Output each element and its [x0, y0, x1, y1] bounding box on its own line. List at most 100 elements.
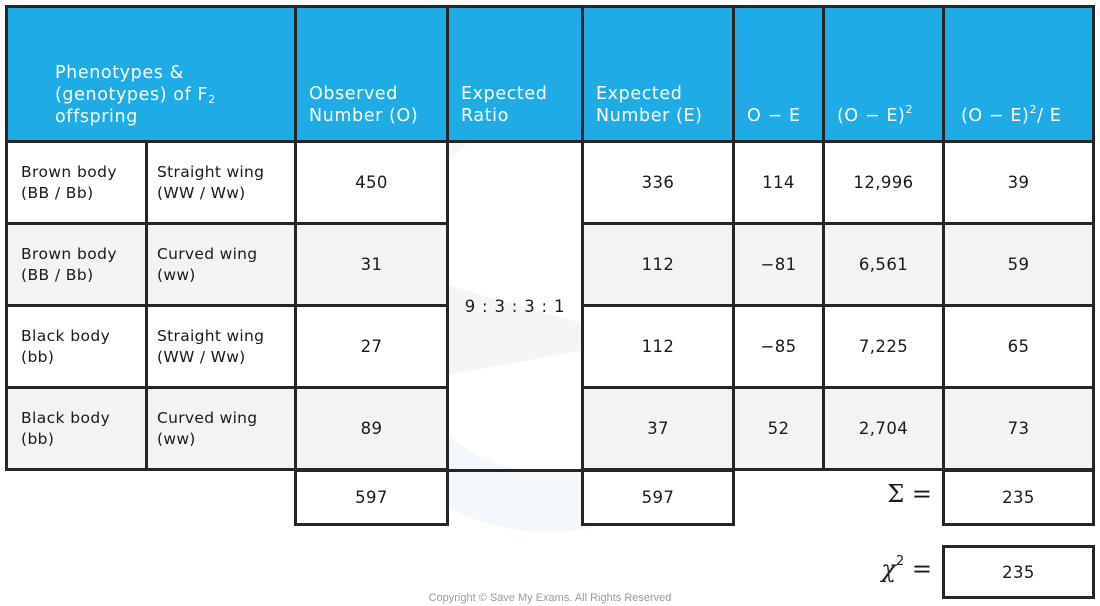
chi-square-value: 235	[1002, 562, 1035, 582]
wing-line2: (ww)	[157, 265, 196, 284]
row-2-chi-term-cell: 59	[942, 222, 1095, 307]
row-4-wing-cell: Curved wing (ww)	[145, 386, 297, 471]
total-observed-value: 597	[355, 488, 388, 507]
header-ratio-line1: Expected	[461, 84, 548, 104]
row-2-expected-cell: 112	[581, 222, 735, 307]
header-expected-ratio: Expected Ratio	[446, 5, 584, 143]
header-o-minus-e-text: O − E	[747, 106, 801, 126]
body-line1: Brown body	[21, 244, 117, 263]
header-expected-number: Expected Number (E)	[581, 5, 735, 143]
row-4-o-minus-e-sq-cell: 2,704	[822, 386, 945, 471]
row-3-body-cell: Black body (bb)	[5, 304, 148, 389]
o-minus-e-sq-value: 7,225	[858, 337, 909, 356]
chi-term-value: 65	[1007, 337, 1030, 356]
header-phenotypes-subscript: 2	[208, 93, 216, 106]
total-expected-cell: 597	[581, 469, 735, 526]
row-1-chi-term-cell: 39	[942, 140, 1095, 225]
sum-value-cell: 235	[942, 469, 1095, 526]
observed-value: 27	[360, 337, 383, 356]
o-minus-e-sq-value: 12,996	[853, 173, 914, 192]
body-line1: Black body	[21, 326, 111, 345]
row-2-o-minus-e-cell: −81	[732, 222, 825, 307]
expected-value: 336	[641, 173, 675, 192]
wing-line1: Curved wing	[157, 408, 258, 427]
chi-equals: =	[911, 555, 932, 583]
total-observed-cell: 597	[294, 469, 449, 526]
total-expected-value: 597	[641, 488, 675, 507]
row-3-o-minus-e-cell: −85	[732, 304, 825, 389]
observed-value: 450	[355, 173, 388, 192]
body-line2: (bb)	[21, 347, 55, 366]
chi-square-label: χ2 =	[840, 555, 932, 583]
expected-value: 112	[641, 255, 675, 274]
row-4-chi-term-cell: 73	[942, 386, 1095, 471]
header-ratio-line2: Ratio	[461, 106, 509, 126]
row-3-chi-term-cell: 65	[942, 304, 1095, 389]
expected-ratio-cell: 9 : 3 : 3 : 1	[446, 140, 584, 472]
body-line2: (BB / Bb)	[21, 265, 94, 284]
expected-value: 37	[647, 419, 669, 438]
body-line2: (BB / Bb)	[21, 183, 94, 202]
header-chi-term-text: (O − E)	[961, 106, 1030, 126]
copyright-notice: Copyright © Save My Exams. All Rights Re…	[428, 592, 672, 604]
body-line2: (bb)	[21, 429, 55, 448]
header-chi-term-tail: / E	[1037, 106, 1062, 126]
chi-term-value: 39	[1007, 173, 1030, 192]
chi-symbol: χ	[881, 555, 896, 583]
observed-value: 89	[360, 419, 383, 438]
chi-term-value: 73	[1007, 419, 1030, 438]
header-chi-term: (O − E)2/ E	[942, 5, 1095, 143]
row-4-expected-cell: 37	[581, 386, 735, 471]
row-1-expected-cell: 336	[581, 140, 735, 225]
row-4-body-cell: Black body (bb)	[5, 386, 148, 471]
expected-ratio-value: 9 : 3 : 3 : 1	[464, 296, 566, 316]
wing-line1: Straight wing	[157, 162, 265, 181]
header-phenotypes-line1: Phenotypes &	[55, 63, 184, 83]
sum-value: 235	[1002, 488, 1035, 507]
wing-line2: (WW / Ww)	[157, 347, 246, 366]
row-1-o-minus-e-cell: 114	[732, 140, 825, 225]
wing-line2: (WW / Ww)	[157, 183, 246, 202]
chi-sup: 2	[895, 554, 905, 569]
row-3-expected-cell: 112	[581, 304, 735, 389]
row-2-body-cell: Brown body (BB / Bb)	[5, 222, 148, 307]
expected-value: 112	[641, 337, 675, 356]
o-minus-e-sq-value: 2,704	[858, 419, 909, 438]
header-o-minus-e-sq-sup: 2	[905, 103, 914, 116]
header-expected-line2: Number (E)	[596, 106, 703, 126]
chi-square-value-cell: 235	[942, 545, 1095, 599]
row-4-o-minus-e-cell: 52	[732, 386, 825, 471]
row-3-wing-cell: Straight wing (WW / Ww)	[145, 304, 297, 389]
body-line1: Black body	[21, 408, 111, 427]
header-observed-line2: Number (O)	[309, 106, 419, 126]
o-minus-e-value: −85	[760, 337, 797, 356]
o-minus-e-value: −81	[760, 255, 797, 274]
wing-line1: Curved wing	[157, 244, 258, 263]
row-4-observed-cell: 89	[294, 386, 449, 471]
chi-term-value: 59	[1007, 255, 1030, 274]
header-phenotypes: Phenotypes & (genotypes) of F2 offspring	[5, 5, 297, 143]
header-chi-term-sup: 2	[1029, 103, 1038, 116]
wing-line2: (ww)	[157, 429, 196, 448]
o-minus-e-value: 52	[767, 419, 790, 438]
header-o-minus-e-sq-text: (O − E)	[837, 106, 906, 126]
header-o-minus-e-squared: (O − E)2	[822, 5, 945, 143]
header-expected-line1: Expected	[596, 84, 683, 104]
row-3-o-minus-e-sq-cell: 7,225	[822, 304, 945, 389]
o-minus-e-value: 114	[762, 173, 795, 192]
body-line1: Brown body	[21, 162, 117, 181]
header-phenotypes-line2: (genotypes) of F	[55, 85, 209, 105]
wing-line1: Straight wing	[157, 326, 265, 345]
header-observed: Observed Number (O)	[294, 5, 449, 143]
row-1-observed-cell: 450	[294, 140, 449, 225]
row-2-observed-cell: 31	[294, 222, 449, 307]
row-2-wing-cell: Curved wing (ww)	[145, 222, 297, 307]
observed-value: 31	[360, 255, 383, 274]
row-2-o-minus-e-sq-cell: 6,561	[822, 222, 945, 307]
header-o-minus-e: O − E	[732, 5, 825, 143]
o-minus-e-sq-value: 6,561	[858, 255, 909, 274]
header-observed-line1: Observed	[309, 84, 398, 104]
row-3-observed-cell: 27	[294, 304, 449, 389]
row-1-o-minus-e-sq-cell: 12,996	[822, 140, 945, 225]
header-phenotypes-line3: offspring	[55, 107, 138, 127]
